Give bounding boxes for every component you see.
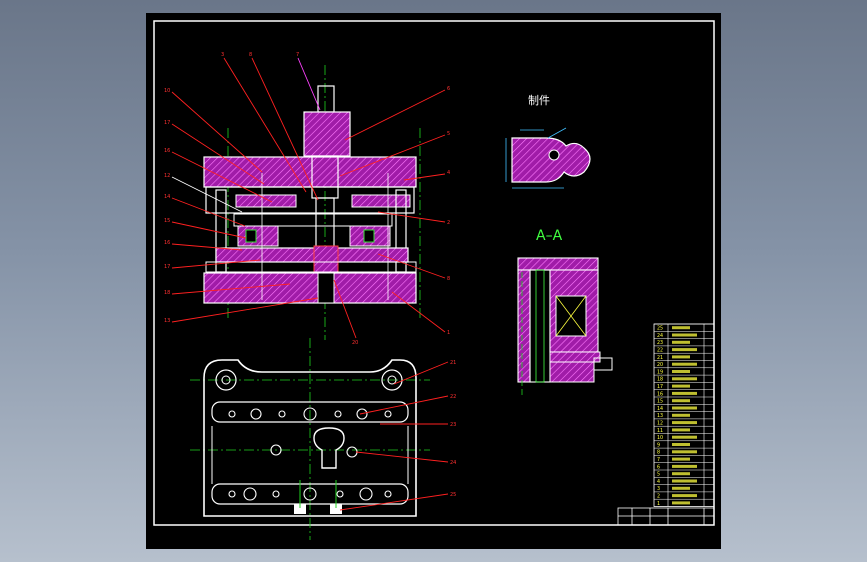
- bom-row-name-glyph: [672, 443, 690, 446]
- balloon-left-5: 15: [164, 218, 170, 224]
- bom-row-name-glyph: [672, 464, 697, 468]
- bom-row-number: 23: [657, 340, 663, 346]
- balloon-right-3: 2: [447, 220, 450, 226]
- balloon-right-1: 5: [447, 131, 450, 137]
- bom-row-name-glyph: [672, 377, 697, 381]
- bom-row-number: 18: [657, 377, 663, 383]
- bom-row-name-glyph: [672, 486, 690, 490]
- bom-row-number: 2: [657, 494, 660, 500]
- balloon-left-3: 12: [164, 173, 170, 179]
- balloon-bottom-0: 20: [352, 340, 358, 346]
- balloon-right-5: 1: [447, 330, 450, 336]
- bom-row-name-glyph: [672, 333, 697, 337]
- balloon-left-8: 18: [164, 290, 170, 296]
- part-title: 制件: [528, 94, 550, 107]
- balloon-left-0: 10: [164, 88, 170, 94]
- bom-row-name-glyph: [672, 413, 690, 417]
- bom-row-number: 9: [657, 442, 660, 448]
- bom-row-number: 25: [657, 326, 663, 332]
- bom-row-number: 1: [657, 501, 660, 507]
- bom-row-name-glyph: [672, 501, 690, 505]
- bom-row-name-glyph: [672, 391, 697, 395]
- bom-row-number: 21: [657, 355, 663, 361]
- bom-row-name-glyph: [672, 355, 690, 359]
- balloon-top-2: 7: [296, 52, 299, 58]
- balloon-plan-3: 24: [450, 460, 456, 466]
- bom-row-name-glyph: [672, 457, 690, 461]
- balloon-plan-1: 22: [450, 394, 456, 400]
- cad-drawing-canvas[interactable]: 10 17 16 12 14 15 16 17 18 13 3 8 7 6 5 …: [0, 0, 867, 562]
- balloon-left-4: 14: [164, 194, 170, 200]
- balloon-left-6: 16: [164, 240, 170, 246]
- bom-row-number: 14: [657, 406, 663, 412]
- bom-row-name-glyph: [672, 340, 690, 344]
- bom-row-name-glyph: [672, 370, 690, 373]
- bom-row-name-glyph: [672, 406, 697, 410]
- bom-row-name-glyph: [672, 326, 690, 330]
- balloon-plan-0: 21: [450, 360, 456, 366]
- balloon-right-2: 4: [447, 170, 450, 176]
- bom-row-number: 10: [657, 435, 663, 441]
- bom-row-number: 3: [657, 486, 660, 492]
- balloon-plan-4: 25: [450, 492, 456, 498]
- bom-row-name-glyph: [672, 479, 697, 483]
- balloon-left-7: 17: [164, 264, 170, 270]
- bom-row-name-glyph: [672, 384, 690, 388]
- bom-row-name-glyph: [672, 348, 697, 352]
- bom-row-name-glyph: [672, 494, 697, 498]
- bom-row-number: 8: [657, 450, 660, 456]
- balloon-top-0: 3: [221, 52, 224, 58]
- bom-row-number: 20: [657, 362, 663, 368]
- bom-row-name-glyph: [672, 450, 697, 454]
- bom-row-name-glyph: [672, 399, 690, 403]
- bom-row-number: 7: [657, 457, 660, 463]
- bom-row-name-glyph: [672, 362, 697, 366]
- bom-row-number: 15: [657, 399, 663, 405]
- balloon-left-9: 13: [164, 318, 170, 324]
- bom-row-number: 13: [657, 413, 663, 419]
- bom-row-name-glyph: [672, 428, 690, 432]
- balloon-right-0: 6: [447, 86, 450, 92]
- bom-row-name-glyph: [672, 421, 697, 425]
- bom-row-number: 17: [657, 384, 663, 390]
- bom-row-number: 24: [657, 333, 663, 339]
- section-title: A–A: [536, 228, 563, 244]
- balloon-plan-2: 23: [450, 422, 456, 428]
- balloon-left-1: 17: [164, 120, 170, 126]
- bom-row-number: 19: [657, 369, 663, 375]
- bom-row-number: 16: [657, 391, 663, 397]
- balloon-right-4: 8: [447, 276, 450, 282]
- bom-row-name-glyph: [672, 435, 697, 439]
- balloon-left-2: 16: [164, 148, 170, 154]
- bom-row-number: 12: [657, 421, 663, 427]
- balloon-top-1: 8: [249, 52, 252, 58]
- bom-row-number: 4: [657, 479, 660, 485]
- bom-row-number: 5: [657, 472, 660, 478]
- bom-row-number: 6: [657, 464, 660, 470]
- bom-row-number: 22: [657, 348, 663, 354]
- bom-row-number: 11: [657, 428, 663, 434]
- bom-row-name-glyph: [672, 472, 690, 476]
